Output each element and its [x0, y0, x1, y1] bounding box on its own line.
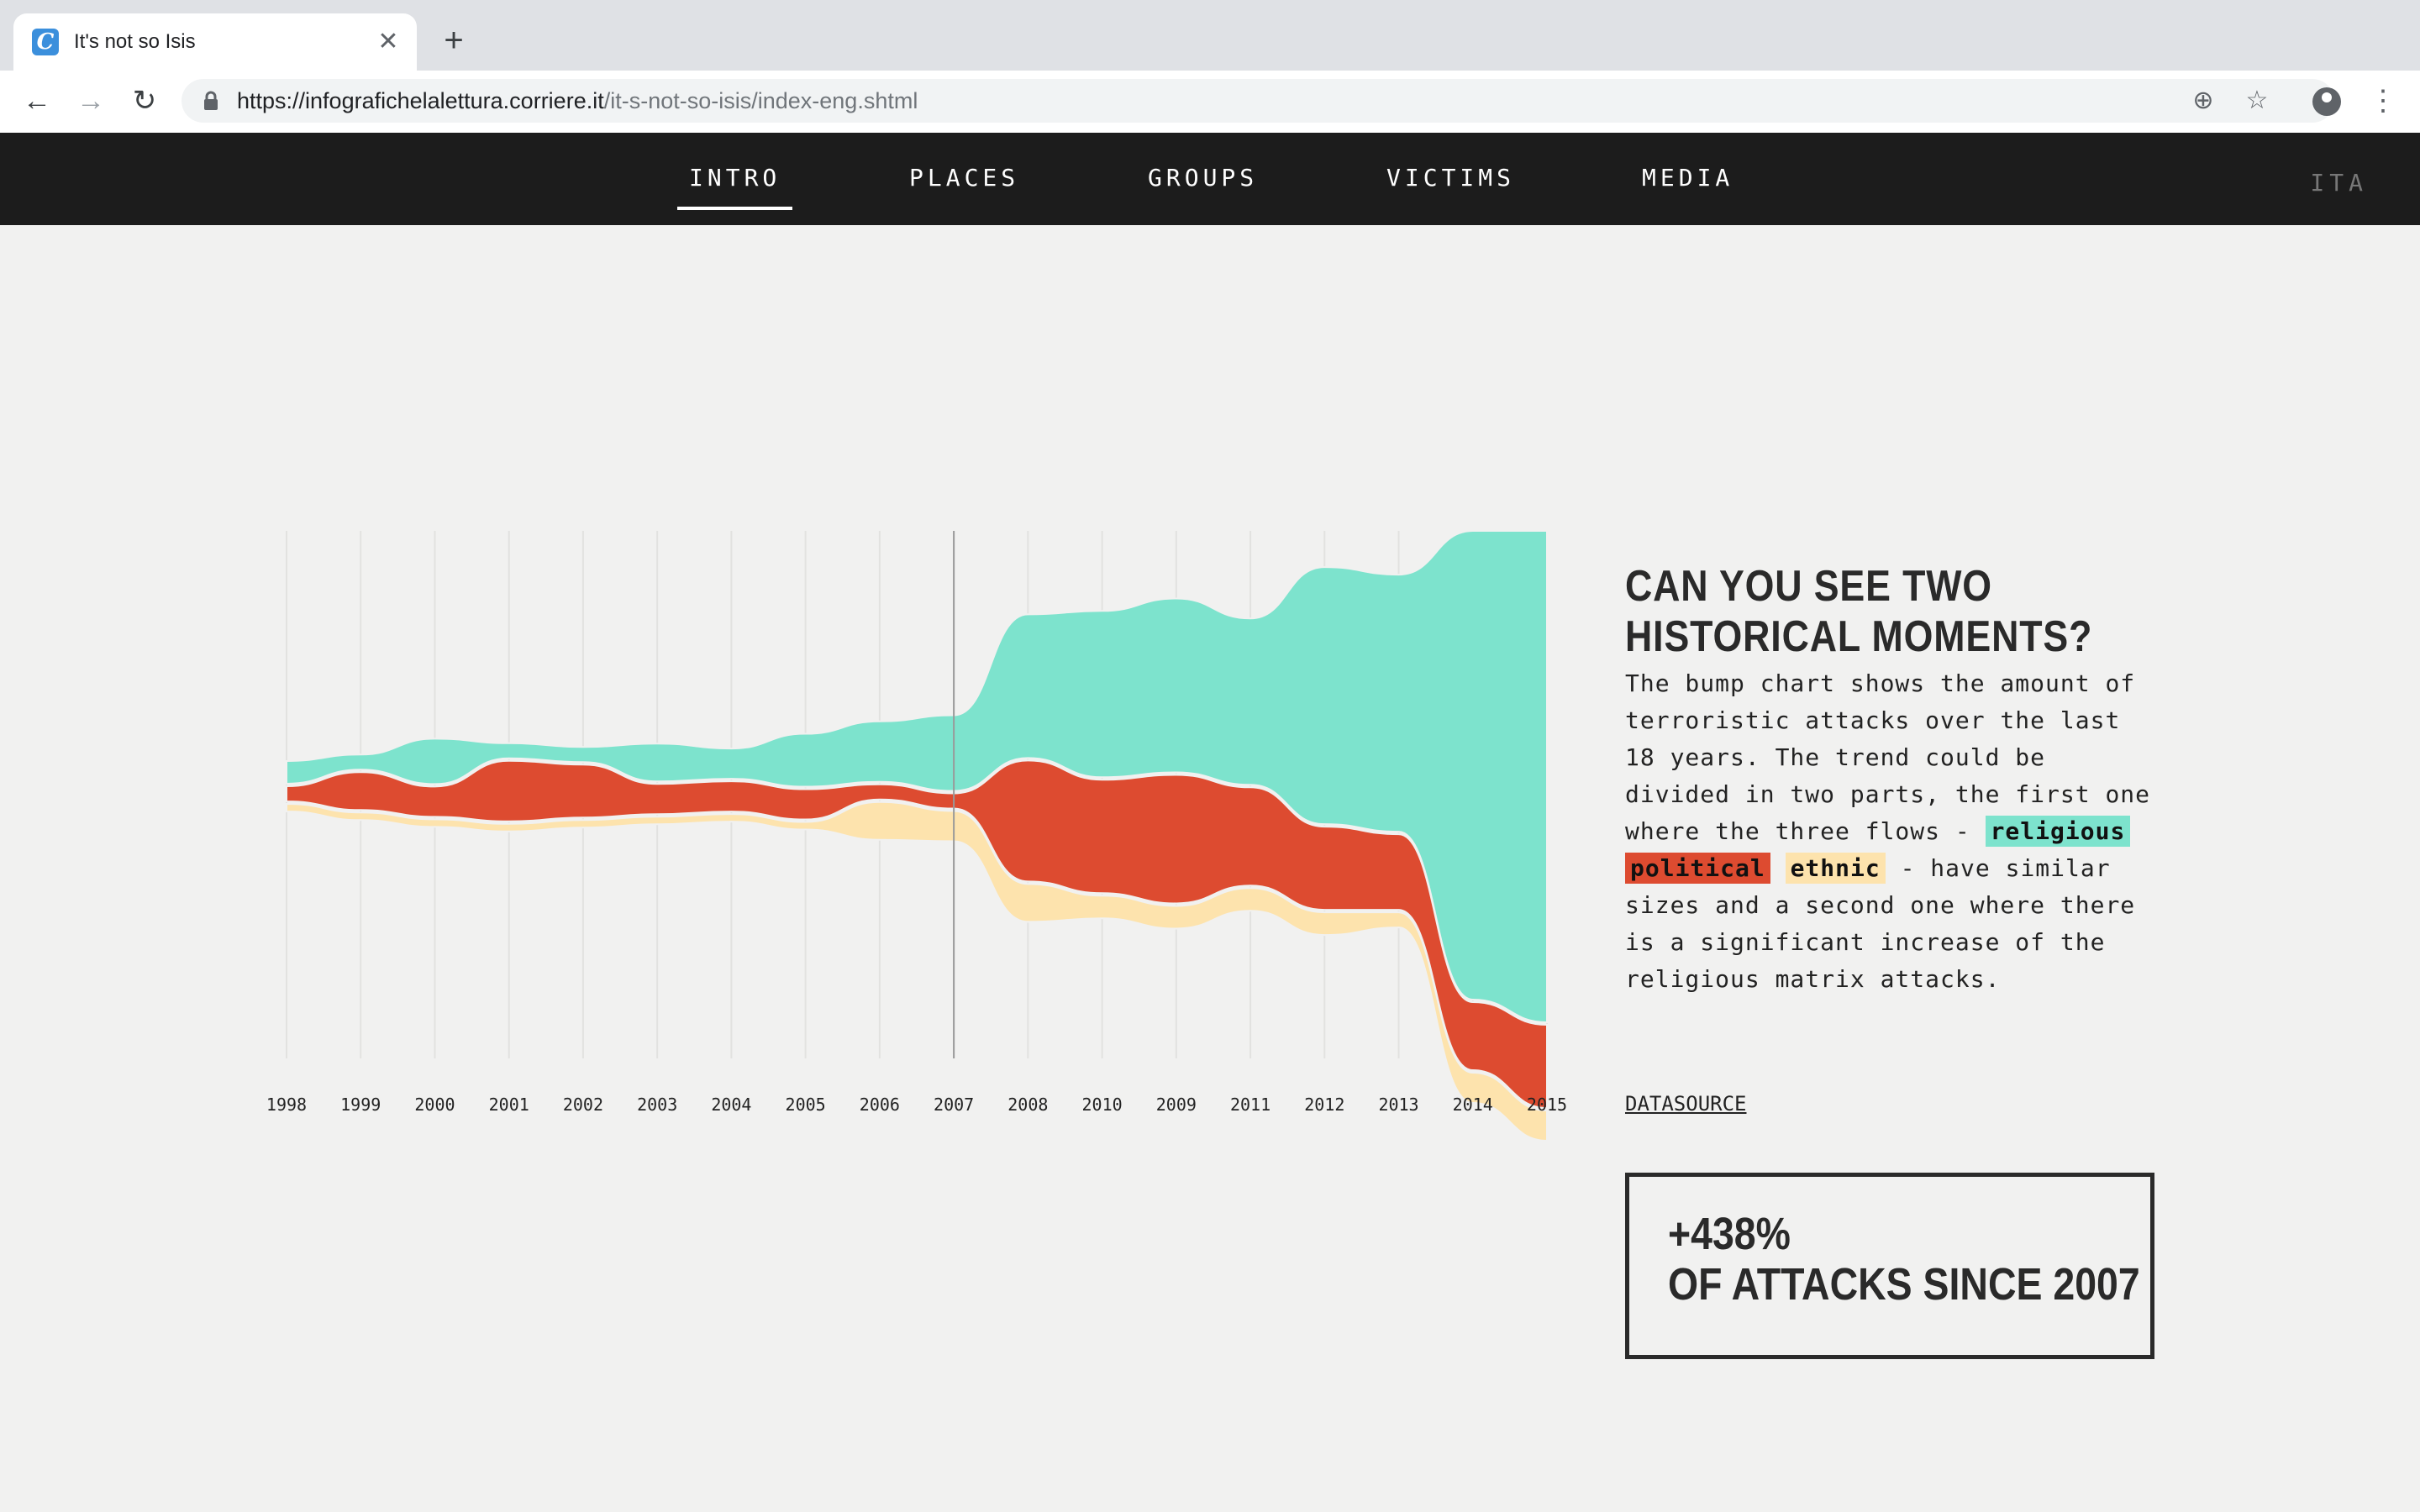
year-label: 2014: [1453, 1095, 1493, 1115]
stat-box: +438% OF ATTACKS SINCE 2007: [1625, 1173, 2154, 1359]
year-label: 2015: [1527, 1095, 1567, 1115]
account-icon[interactable]: [2312, 87, 2341, 116]
year-label: 1999: [340, 1095, 381, 1115]
headline-line-2: HISTORICAL MOMENTS?: [1625, 612, 2093, 661]
religious-tag: religious: [1985, 816, 2131, 847]
year-label: 2001: [489, 1095, 529, 1115]
year-label: 2013: [1378, 1095, 1418, 1115]
year-label: 2000: [414, 1095, 455, 1115]
headline-line-1: CAN YOU SEE TWO: [1625, 562, 1992, 611]
chart-description: The bump chart shows the amount of terro…: [1625, 665, 2163, 998]
nav-item-media[interactable]: MEDIA: [1642, 161, 1733, 195]
year-label: 2008: [1007, 1095, 1048, 1115]
year-label: 1998: [266, 1095, 307, 1115]
stat-percentage: +438%: [1668, 1209, 1791, 1259]
year-label: 2012: [1304, 1095, 1344, 1115]
year-label: 2009: [1156, 1095, 1197, 1115]
year-label: 2002: [563, 1095, 603, 1115]
year-label: 2004: [711, 1095, 751, 1115]
language-toggle[interactable]: ITA: [2310, 166, 2368, 200]
chart-headline: CAN YOU SEE TWO HISTORICAL MOMENTS?: [1625, 561, 2145, 662]
year-label: 2011: [1230, 1095, 1270, 1115]
star-icon[interactable]: ☆: [2235, 79, 2279, 123]
datasource-link[interactable]: DATASOURCE: [1625, 1092, 1747, 1116]
ethnic-tag: ethnic: [1785, 853, 1886, 884]
menu-icon[interactable]: ⋮: [2361, 79, 2405, 123]
year-label: 2006: [860, 1095, 900, 1115]
zoom-icon[interactable]: ⊕: [2181, 79, 2225, 123]
year-label: 2003: [637, 1095, 677, 1115]
year-label: 2010: [1082, 1095, 1123, 1115]
stat-caption: OF ATTACKS SINCE 2007: [1668, 1259, 2140, 1310]
year-label: 2005: [786, 1095, 826, 1115]
bump-chart: 1998 1999 2000 2001 2002 2003 2004 2005 2006 2007…: [266, 529, 1567, 1142]
political-tag: political: [1625, 853, 1770, 884]
year-label: 2007: [934, 1095, 974, 1115]
